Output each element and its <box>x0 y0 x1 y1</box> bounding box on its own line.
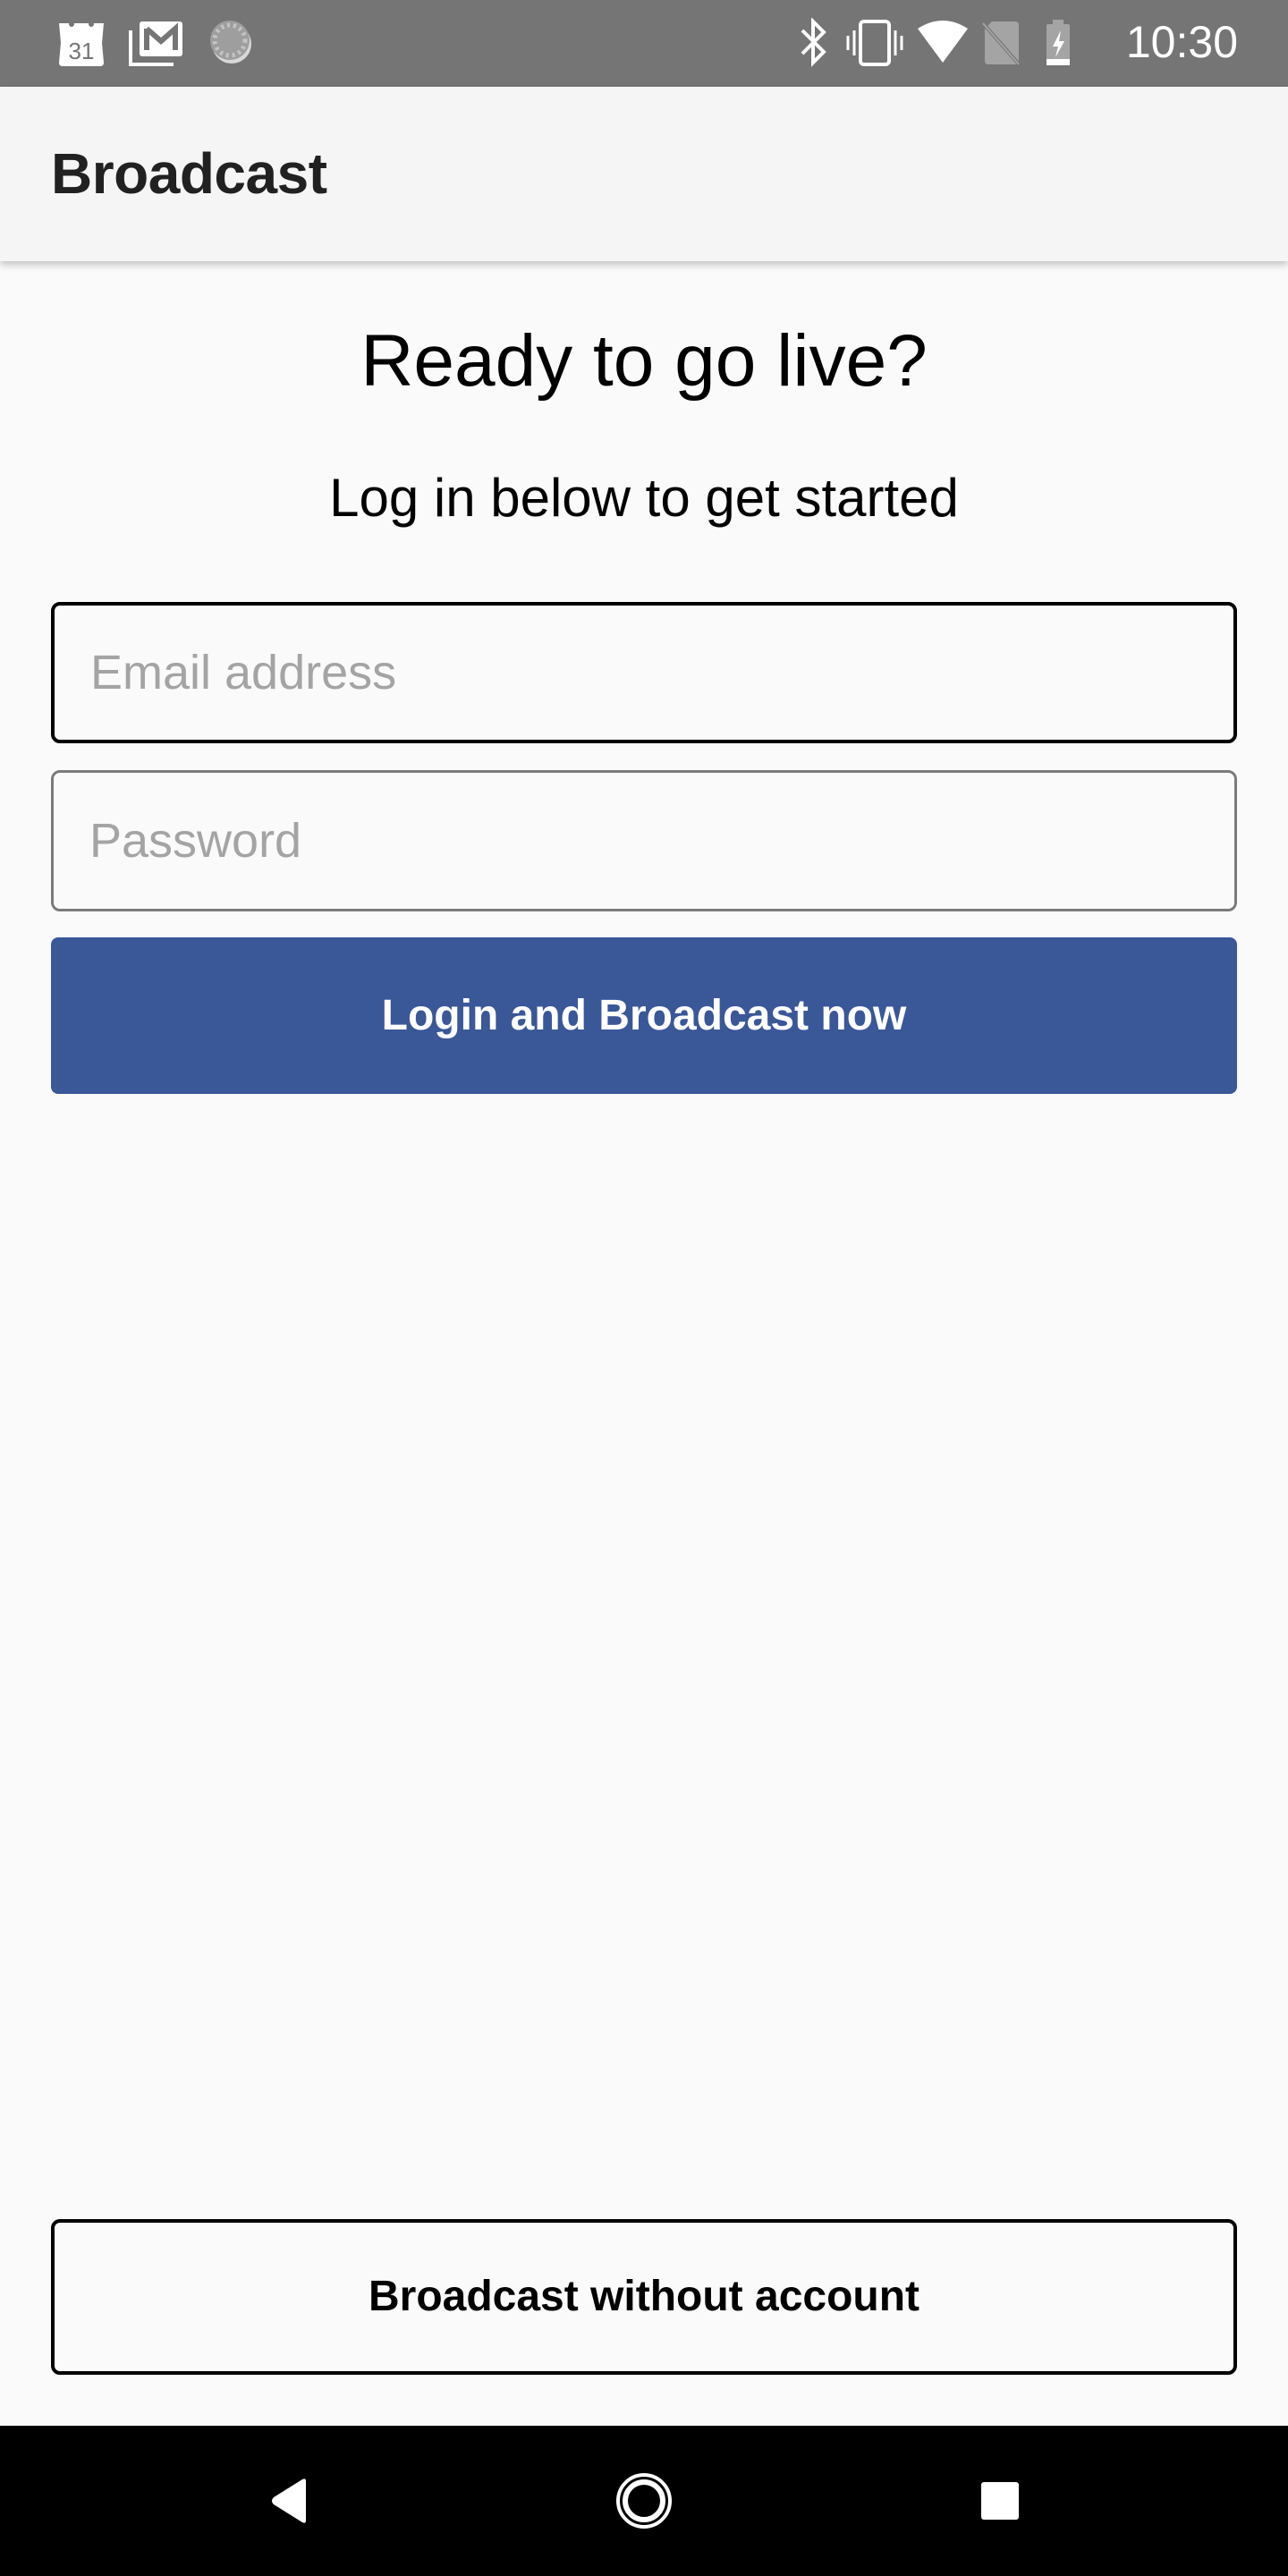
battery-charging-icon <box>1045 18 1072 72</box>
password-input[interactable] <box>54 773 1234 909</box>
calendar-icon: 31 <box>57 18 106 72</box>
status-time: 10:30 <box>1125 17 1238 67</box>
email-field[interactable] <box>51 602 1237 743</box>
home-icon[interactable] <box>608 2465 680 2537</box>
sync-icon <box>208 18 256 71</box>
no-sim-icon <box>981 18 1022 72</box>
status-bar: 31 10:30 <box>0 0 1288 87</box>
recents-icon[interactable] <box>964 2465 1036 2537</box>
password-field[interactable] <box>51 770 1237 911</box>
gmail-icon <box>129 18 184 72</box>
app-title: Broadcast <box>51 141 327 206</box>
login-broadcast-button[interactable]: Login and Broadcast now <box>51 937 1237 1094</box>
broadcast-without-account-button[interactable]: Broadcast without account <box>51 2219 1237 2375</box>
bluetooth-icon <box>799 17 829 72</box>
back-icon[interactable] <box>252 2465 324 2537</box>
svg-text:31: 31 <box>69 38 95 64</box>
email-input[interactable] <box>55 606 1233 740</box>
navigation-bar <box>0 2426 1288 2576</box>
app-bar: Broadcast <box>0 87 1288 261</box>
page-subheading: Log in below to get started <box>329 468 959 528</box>
wifi-icon <box>916 18 970 72</box>
vibrate-icon <box>846 18 903 72</box>
page-heading: Ready to go live? <box>360 320 928 402</box>
